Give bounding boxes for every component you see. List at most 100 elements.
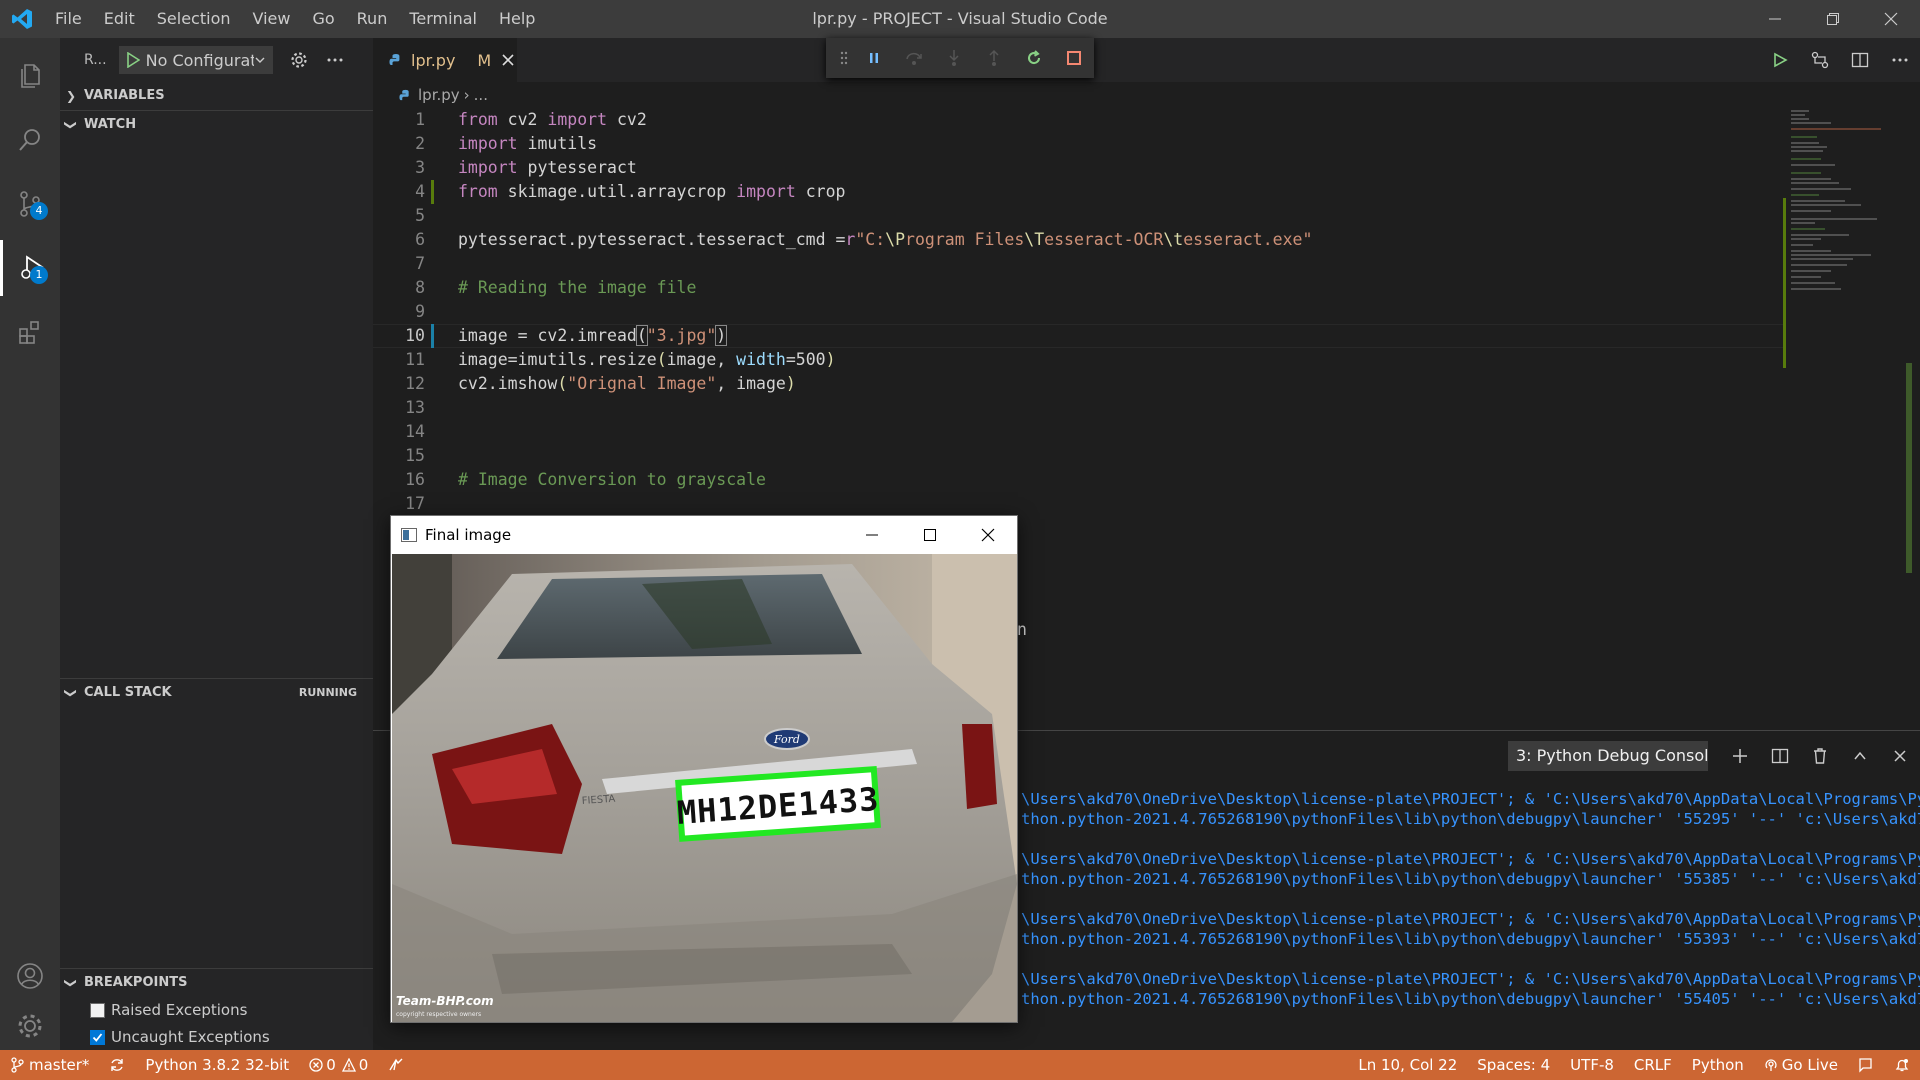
- line-number: 3: [415, 158, 425, 177]
- activity-bar: 4 1: [0, 38, 60, 1050]
- menu-run[interactable]: Run: [346, 0, 399, 38]
- step-into-icon[interactable]: [934, 38, 974, 78]
- encoding[interactable]: UTF-8: [1560, 1050, 1624, 1080]
- run-file-icon[interactable]: [1760, 38, 1800, 82]
- editor-more-icon[interactable]: [1880, 38, 1920, 82]
- check-icon: [92, 1032, 103, 1042]
- debug-configuration-select[interactable]: No Configurati: [118, 46, 273, 74]
- code-line: pytesseract.pytesseract.tesseract_cmd =r…: [458, 230, 1313, 249]
- pause-icon[interactable]: [854, 38, 894, 78]
- restart-icon[interactable]: [1014, 38, 1054, 78]
- line-endings[interactable]: CRLF: [1624, 1050, 1682, 1080]
- source-control-badge: 4: [30, 202, 48, 220]
- line-number: 11: [405, 350, 425, 369]
- language-mode[interactable]: Python: [1682, 1050, 1754, 1080]
- notifications-bell-icon[interactable]: [1884, 1050, 1920, 1080]
- menu-terminal[interactable]: Terminal: [398, 0, 488, 38]
- minimap[interactable]: [1783, 108, 1903, 730]
- line-number: 17: [405, 494, 425, 513]
- chevron-down-icon: ❯: [64, 977, 79, 989]
- explorer-icon[interactable]: [0, 48, 60, 104]
- more-actions-icon[interactable]: [317, 57, 353, 63]
- checkbox-checked[interactable]: [90, 1029, 105, 1045]
- cursor-position[interactable]: Ln 10, Col 22: [1348, 1050, 1467, 1080]
- close-window-icon[interactable]: [959, 516, 1017, 554]
- terminal-line: thon.python-2021.4.765268190\pythonFiles…: [1021, 870, 1920, 888]
- final-image-window[interactable]: Final image Ford FIESTA MH12DE1433 Team-…: [390, 515, 1018, 1023]
- close-tab-icon[interactable]: [501, 53, 515, 67]
- vscode-logo-icon: [0, 0, 44, 38]
- terminal-selector[interactable]: 3: Python Debug Console ⌄: [1508, 741, 1708, 771]
- image-window-app-icon: [401, 528, 417, 542]
- breakpoint-raised-exceptions[interactable]: Raised Exceptions: [90, 1001, 247, 1019]
- tab-label: lpr.py: [411, 50, 456, 70]
- new-terminal-icon[interactable]: [1720, 739, 1760, 773]
- start-debugging-icon[interactable]: [126, 52, 140, 68]
- breadcrumb-separator-icon: ›: [463, 86, 470, 104]
- code-line: from cv2 import cv2: [458, 110, 647, 129]
- terminal-line: thon.python-2021.4.765268190\pythonFiles…: [1021, 990, 1920, 1008]
- extensions-icon[interactable]: [0, 304, 60, 360]
- tab-lpr-py[interactable]: lpr.py M: [373, 38, 517, 82]
- watch-section-header[interactable]: ❯ WATCH: [60, 110, 373, 138]
- trash-icon[interactable]: [1800, 739, 1840, 773]
- checkbox[interactable]: [90, 1002, 105, 1018]
- line-number: 6: [415, 230, 425, 249]
- source-control-icon[interactable]: 4: [0, 176, 60, 232]
- maximize-panel-icon[interactable]: [1840, 739, 1880, 773]
- call-stack-section-header[interactable]: ❯ CALL STACK RUNNING: [60, 678, 373, 706]
- terminal-line: \Users\akd70\OneDrive\Desktop\license-pl…: [1021, 910, 1920, 928]
- error-icon: [309, 1058, 323, 1072]
- restore-icon[interactable]: [1804, 0, 1862, 38]
- chevron-down-icon: ❯: [64, 119, 79, 131]
- step-out-icon[interactable]: [974, 38, 1014, 78]
- open-changes-icon[interactable]: [1800, 38, 1840, 82]
- accounts-icon[interactable]: [0, 948, 60, 1004]
- breadcrumb-file[interactable]: lpr.py: [418, 82, 460, 108]
- editor-scrollbar[interactable]: [1903, 108, 1917, 730]
- code-fragment: n: [1017, 620, 1027, 639]
- live-share-icon[interactable]: [378, 1050, 414, 1080]
- go-live-button[interactable]: Go Live: [1754, 1050, 1848, 1080]
- stop-icon[interactable]: [1054, 38, 1094, 78]
- menu-help[interactable]: Help: [488, 0, 546, 38]
- step-over-icon[interactable]: [894, 38, 934, 78]
- split-terminal-icon[interactable]: [1760, 739, 1800, 773]
- menu-go[interactable]: Go: [301, 0, 345, 38]
- indentation[interactable]: Spaces: 4: [1467, 1050, 1560, 1080]
- branch-status[interactable]: master*: [0, 1050, 99, 1080]
- problems-status[interactable]: 0 0: [299, 1050, 378, 1080]
- feedback-icon[interactable]: [1848, 1050, 1884, 1080]
- menu-edit[interactable]: Edit: [93, 0, 146, 38]
- manage-gear-icon[interactable]: [0, 998, 60, 1054]
- sidebar-title: R...: [84, 52, 107, 68]
- terminal-line: thon.python-2021.4.765268190\pythonFiles…: [1021, 810, 1920, 828]
- run-debug-icon[interactable]: 1: [0, 240, 60, 296]
- breakpoints-section-header[interactable]: ❯ BREAKPOINTS: [60, 968, 373, 996]
- split-editor-icon[interactable]: [1840, 38, 1880, 82]
- drag-handle-icon[interactable]: [834, 38, 854, 78]
- menu-view[interactable]: View: [242, 0, 302, 38]
- line-number: 9: [415, 302, 425, 321]
- code-line: image=imutils.resize(image, width=500): [458, 350, 836, 369]
- call-stack-status: RUNNING: [298, 686, 357, 699]
- chevron-down-icon: [255, 57, 265, 63]
- python-interpreter[interactable]: Python 3.8.2 32-bit: [135, 1050, 299, 1080]
- close-window-icon[interactable]: [1862, 0, 1920, 38]
- breadcrumb-symbols[interactable]: ...: [474, 82, 488, 108]
- car-model-text: FIESTA: [581, 794, 615, 807]
- variables-section-header[interactable]: ❯ VARIABLES: [60, 82, 373, 110]
- sync-icon[interactable]: [99, 1050, 135, 1080]
- configuration-label: No Configurati: [145, 50, 254, 70]
- maximize-icon[interactable]: [901, 516, 959, 554]
- minimize-icon[interactable]: [1746, 0, 1804, 38]
- code-line: from skimage.util.arraycrop import crop: [458, 182, 846, 201]
- chevron-down-icon: ❯: [64, 687, 79, 699]
- breakpoint-uncaught-exceptions[interactable]: Uncaught Exceptions: [90, 1028, 270, 1046]
- menu-selection[interactable]: Selection: [146, 0, 242, 38]
- gear-icon[interactable]: [281, 51, 317, 69]
- close-panel-icon[interactable]: [1880, 739, 1920, 773]
- search-icon[interactable]: [0, 112, 60, 168]
- minimize-icon[interactable]: [843, 516, 901, 554]
- menu-file[interactable]: File: [44, 0, 93, 38]
